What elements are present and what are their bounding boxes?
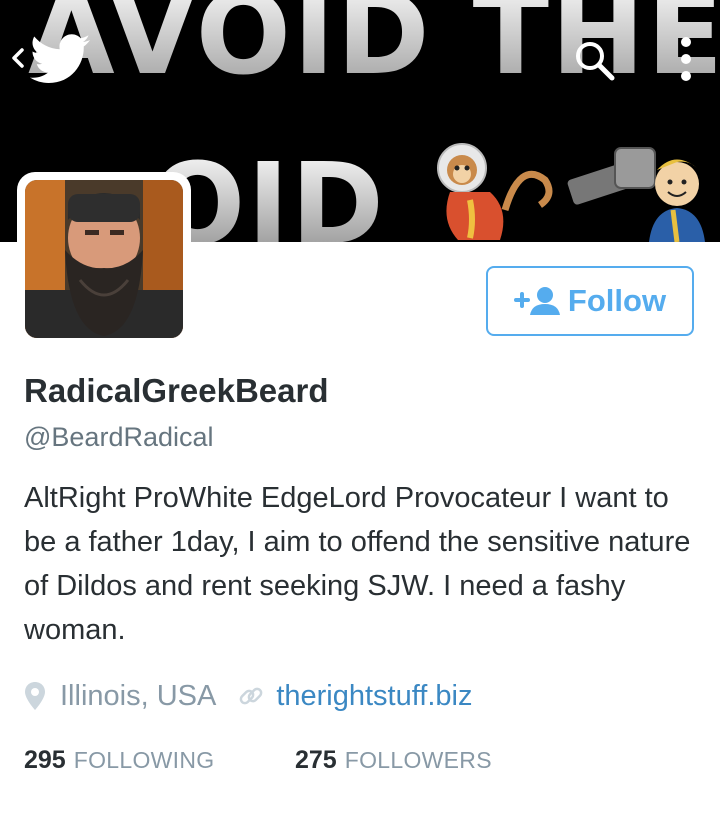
add-user-icon xyxy=(513,287,560,315)
followers-stat[interactable]: 275 FOLLOWERS xyxy=(295,746,492,775)
followers-label: FOLLOWERS xyxy=(344,747,492,773)
display-name: RadicalGreekBeard xyxy=(24,372,329,409)
link-icon xyxy=(239,687,263,705)
vault-boy-camera-art xyxy=(567,147,705,242)
follow-button-label: Follow xyxy=(567,283,667,318)
followers-count: 275 xyxy=(295,746,337,774)
following-label: FOLLOWING xyxy=(73,747,215,773)
chevron-left-icon[interactable] xyxy=(8,38,28,78)
avatar-photo xyxy=(25,180,183,338)
location-pin-icon xyxy=(25,682,45,710)
profile-bio: AltRight ProWhite EdgeLord Provocateur I… xyxy=(24,482,691,646)
location-text: Illinois, USA xyxy=(60,679,217,712)
twitter-bird-icon xyxy=(30,34,90,83)
website-link[interactable]: therightstuff.biz xyxy=(276,680,472,713)
search-icon[interactable] xyxy=(570,36,618,84)
astronaut-monkey-art xyxy=(437,143,553,240)
user-handle: @BeardRadical xyxy=(24,422,214,452)
follow-button[interactable]: Follow xyxy=(486,266,694,336)
profile-meta: Illinois, USA therightstuff.biz xyxy=(24,676,472,716)
more-vertical-icon[interactable] xyxy=(672,34,700,90)
following-count: 295 xyxy=(24,746,66,774)
following-stat[interactable]: 295 FOLLOWING xyxy=(24,746,214,775)
profile-avatar[interactable] xyxy=(17,172,191,346)
